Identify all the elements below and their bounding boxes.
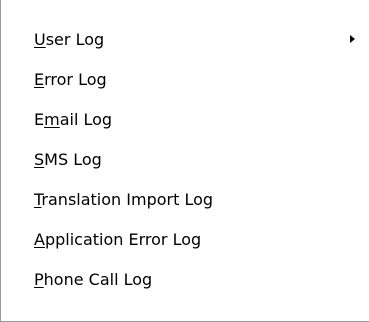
menu-item-label: User Log	[34, 30, 105, 49]
menu-item-label: SMS Log	[34, 150, 102, 169]
log-context-menu: User Log Error Log Email Log SMS Log Tra…	[0, 0, 369, 322]
menu-item-label: Error Log	[34, 70, 107, 89]
menu-item-application-error-log[interactable]: Application Error Log	[34, 225, 355, 255]
menu-item-translation-import-log[interactable]: Translation Import Log	[34, 185, 355, 215]
menu-item-label: Email Log	[34, 110, 113, 129]
menu-item-user-log[interactable]: User Log	[34, 25, 355, 55]
menu-item-label: Translation Import Log	[34, 190, 214, 209]
menu-item-phone-call-log[interactable]: Phone Call Log	[34, 265, 355, 295]
chevron-right-icon	[350, 35, 355, 43]
menu-item-email-log[interactable]: Email Log	[34, 105, 355, 135]
menu-item-label: Application Error Log	[34, 230, 202, 249]
menu-item-label: Phone Call Log	[34, 270, 153, 289]
menu-item-sms-log[interactable]: SMS Log	[34, 145, 355, 175]
menu-item-error-log[interactable]: Error Log	[34, 65, 355, 95]
